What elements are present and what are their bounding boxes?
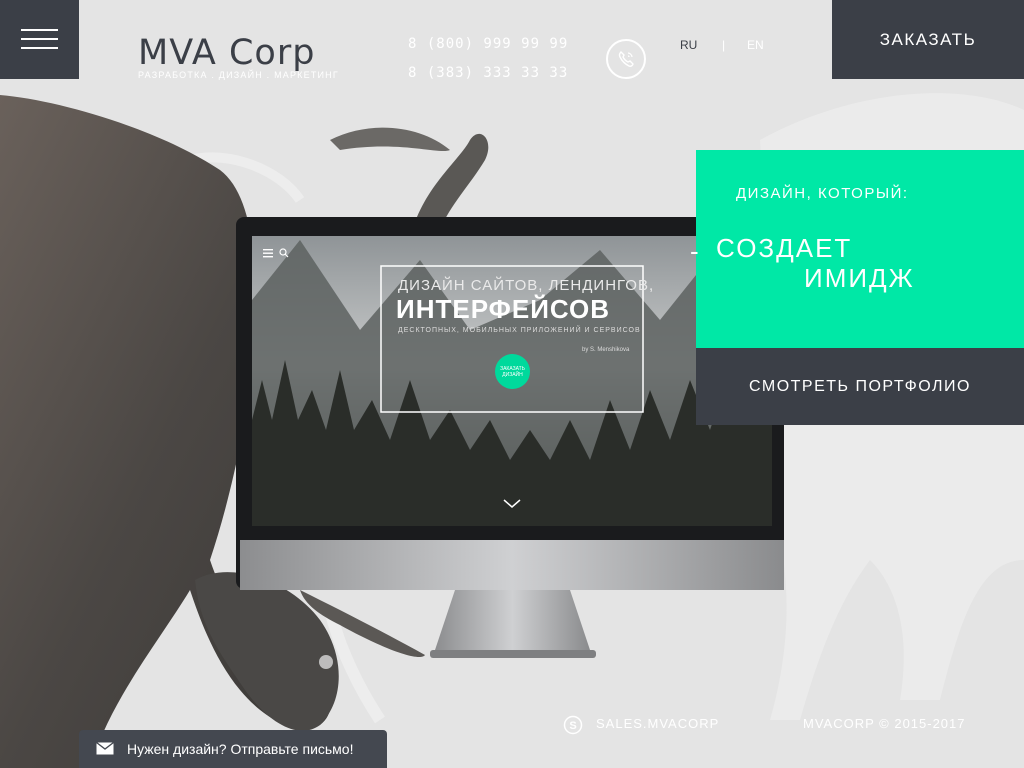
chat-widget-label: Нужен дизайн? Отправьте письмо! <box>127 741 354 757</box>
logo-tagline: Разработка . Дизайн . Маркетинг <box>138 70 339 80</box>
lang-separator: | <box>722 38 726 52</box>
skype-icon[interactable]: S <box>563 715 583 735</box>
screen-byline: by S. Menshikova <box>582 347 630 353</box>
view-portfolio-button[interactable]: Смотреть портфолио <box>696 348 1024 425</box>
logo[interactable]: MVA Corp Разработка . Дизайн . Маркетинг <box>138 36 358 86</box>
promo-dash: - <box>690 236 699 266</box>
svg-text:S: S <box>569 720 576 732</box>
screen-heading-line1: Дизайн сайтов, лендингов, <box>398 277 655 294</box>
phone-list: 8 (800) 999 99 99 8 (383) 333 33 33 <box>408 36 568 94</box>
phone-link-2[interactable]: 8 (383) 333 33 33 <box>408 65 568 94</box>
logo-text: MVA Corp <box>138 33 316 73</box>
lang-ru-link[interactable]: RU <box>680 38 697 52</box>
promo-title-line1: Создает <box>716 233 853 263</box>
phone-icon[interactable] <box>606 39 646 79</box>
promo-title-line2: имидж <box>804 263 915 293</box>
menu-button[interactable] <box>0 0 79 79</box>
order-button[interactable]: Заказать <box>832 0 1024 79</box>
skype-contact[interactable]: sales.mvacorp <box>596 716 719 731</box>
phone-link-1[interactable]: 8 (800) 999 99 99 <box>408 36 568 65</box>
screen-heading-line2: Интерфейсов <box>396 294 611 324</box>
screen-order-design-button[interactable]: Заказать дизайн <box>495 354 530 389</box>
copyright-text: MVACORP © 2015-2017 <box>803 716 966 731</box>
envelope-icon <box>96 742 114 755</box>
promo-panel: Дизайн, который: - Создает имидж <box>690 150 1024 348</box>
chat-widget-tab[interactable]: Нужен дизайн? Отправьте письмо! <box>79 730 387 768</box>
promo-subtitle: Дизайн, который: <box>736 185 909 202</box>
lang-en-link[interactable]: EN <box>747 38 764 52</box>
screen-menu-icon <box>263 249 273 258</box>
screen-heading-line3: десктопных, мобильных приложений и серви… <box>398 327 641 334</box>
